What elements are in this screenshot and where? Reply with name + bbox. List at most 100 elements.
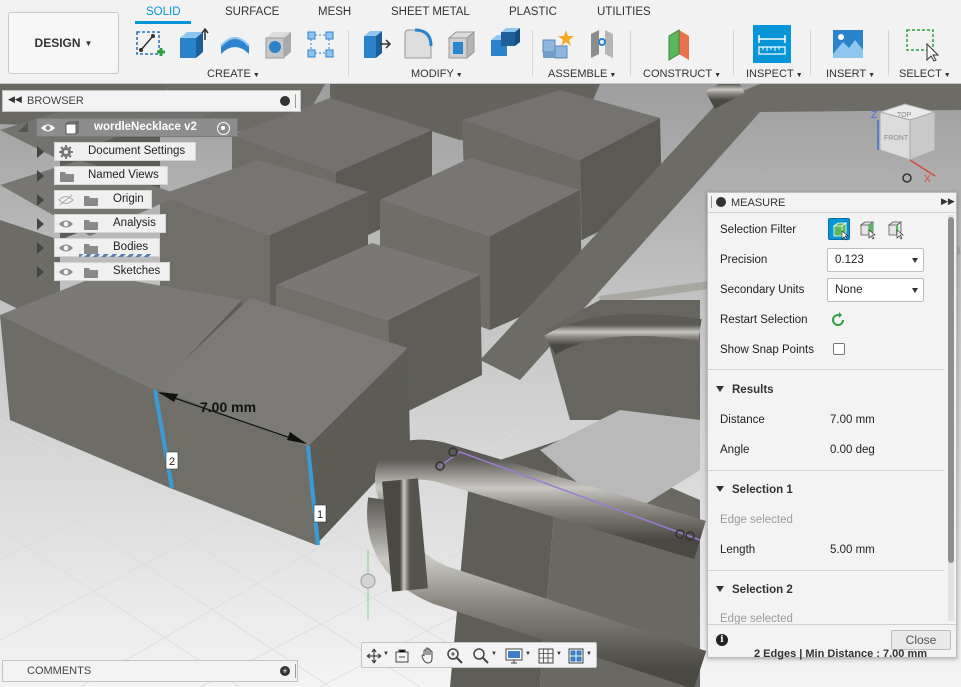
secondary-units-select[interactable]: None [827, 278, 924, 302]
measure-icon[interactable] [753, 25, 791, 63]
minimize-panel-icon[interactable] [280, 96, 290, 106]
offset-plane-icon[interactable] [663, 26, 697, 62]
add-comment-icon[interactable]: + [280, 666, 290, 676]
panel-resize-handle[interactable] [295, 664, 296, 678]
collapse-selection1-icon[interactable] [716, 486, 724, 492]
measure-title: MEASURE [731, 197, 786, 209]
press-pull-icon[interactable] [358, 26, 392, 62]
tab-sheet-metal[interactable]: SHEET METAL [391, 6, 470, 18]
tab-solid[interactable]: SOLID [146, 6, 181, 18]
tree-item-label: Bodies [113, 241, 149, 253]
expand-dialog-icon[interactable]: ▶▶ [941, 196, 955, 207]
angle-value: 0.00 deg [830, 444, 875, 456]
expand-arrow-icon[interactable] [37, 194, 44, 206]
expand-arrow-icon[interactable] [37, 266, 44, 278]
activate-component-icon[interactable] [217, 122, 230, 135]
chevron-down-icon: ▼ [84, 38, 93, 48]
tree-item-chip[interactable]: Bodies [54, 238, 160, 257]
restart-selection-icon[interactable] [830, 311, 846, 327]
length-value: 5.00 mm [830, 544, 875, 556]
tree-item-chip[interactable]: Sketches [54, 262, 170, 281]
tree-item-chip[interactable]: Origin [54, 190, 152, 209]
joint-icon[interactable] [585, 26, 619, 62]
chevron-down-icon[interactable]: ▼ [491, 651, 497, 657]
comments-panel[interactable]: COMMENTS + [2, 660, 298, 682]
pan-hand-icon[interactable] [420, 647, 436, 665]
browser-root-item[interactable]: wordleNecklace v2 [36, 118, 238, 137]
extrude-icon[interactable] [175, 26, 209, 62]
gear-icon [59, 145, 73, 159]
revolve-icon[interactable] [218, 26, 252, 62]
collapse-root-icon[interactable] [18, 122, 28, 132]
secondary-units-label: Secondary Units [720, 284, 805, 296]
info-icon[interactable]: i [716, 634, 728, 646]
expand-arrow-icon[interactable] [37, 242, 44, 254]
show-snap-points-checkbox[interactable] [833, 343, 845, 355]
tree-item-label: Named Views [88, 169, 159, 181]
filter-body-button[interactable] [828, 218, 850, 241]
modify-menu[interactable]: MODIFY ▼ [411, 68, 463, 80]
tab-utilities[interactable]: UTILITIES [597, 6, 651, 18]
select-window-icon[interactable] [905, 26, 939, 62]
collapse-results-icon[interactable] [716, 386, 724, 392]
edge-label-1: 1 [317, 509, 323, 521]
look-at-icon[interactable] [394, 648, 410, 664]
tab-surface[interactable]: SURFACE [225, 6, 279, 18]
collapse-selection2-icon[interactable] [716, 586, 724, 592]
hole-icon[interactable] [261, 26, 295, 62]
expand-arrow-icon[interactable] [37, 170, 44, 182]
eye-icon[interactable] [40, 122, 56, 134]
create-sketch-icon[interactable] [133, 26, 167, 62]
scrollbar-thumb[interactable] [948, 217, 954, 563]
scrollbar-track[interactable] [948, 215, 954, 621]
combine-icon[interactable] [487, 26, 521, 62]
restart-selection-label: Restart Selection [720, 314, 808, 326]
construct-menu[interactable]: CONSTRUCT ▼ [643, 68, 721, 80]
chevron-down-icon: ▼ [252, 72, 260, 79]
tab-plastic[interactable]: PLASTIC [509, 6, 557, 18]
shell-icon[interactable] [444, 26, 478, 62]
grid-settings-icon[interactable] [538, 648, 554, 664]
insert-menu[interactable]: INSERT ▼ [826, 68, 875, 80]
section-divider [708, 470, 944, 471]
viewports-icon[interactable] [568, 648, 584, 664]
chevron-down-icon[interactable]: ▼ [383, 651, 389, 657]
tree-item-chip[interactable]: Named Views [54, 166, 168, 185]
selection1-status: Edge selected [720, 514, 793, 526]
assemble-menu[interactable]: ASSEMBLE ▼ [548, 68, 616, 80]
insert-image-icon[interactable] [831, 26, 865, 62]
zoom-icon[interactable] [446, 647, 464, 665]
create-menu[interactable]: CREATE ▼ [207, 68, 260, 80]
eye-icon[interactable] [58, 218, 74, 230]
expand-arrow-icon[interactable] [37, 218, 44, 230]
fillet-icon[interactable] [401, 26, 435, 62]
collapse-browser-icon[interactable]: ◀◀ [8, 94, 22, 105]
minimize-dialog-icon[interactable] [716, 197, 726, 207]
workspace-switcher[interactable]: DESIGN ▼ [8, 12, 119, 74]
eye-hidden-icon[interactable] [58, 194, 74, 206]
filter-face-button[interactable] [856, 218, 878, 240]
chevron-down-icon[interactable]: ▼ [586, 651, 592, 657]
orbit-icon[interactable] [366, 648, 382, 664]
measure-header[interactable]: MEASURE ▶▶ [708, 193, 956, 213]
tab-mesh[interactable]: MESH [318, 6, 351, 18]
expand-arrow-icon[interactable] [37, 146, 44, 158]
tree-item-chip[interactable]: Analysis [54, 214, 166, 233]
chevron-down-icon[interactable]: ▼ [556, 651, 562, 657]
chevron-down-icon: ▼ [609, 72, 617, 79]
display-settings-icon[interactable] [505, 648, 523, 664]
new-component-icon[interactable] [540, 26, 574, 62]
drag-handle[interactable] [711, 196, 712, 208]
inspect-menu[interactable]: INSPECT ▼ [746, 68, 803, 80]
select-menu[interactable]: SELECT ▼ [899, 68, 951, 80]
tree-item-chip[interactable]: Document Settings [54, 142, 196, 161]
create-form-icon[interactable] [304, 26, 338, 62]
eye-icon[interactable] [58, 266, 74, 278]
chevron-down-icon[interactable]: ▼ [525, 651, 531, 657]
fit-icon[interactable] [472, 647, 490, 665]
filter-edge-button[interactable] [884, 218, 906, 240]
close-button[interactable]: Close [891, 630, 951, 650]
eye-icon[interactable] [58, 242, 74, 254]
precision-select[interactable]: 0.123 [827, 248, 924, 272]
panel-resize-handle[interactable] [295, 94, 296, 108]
